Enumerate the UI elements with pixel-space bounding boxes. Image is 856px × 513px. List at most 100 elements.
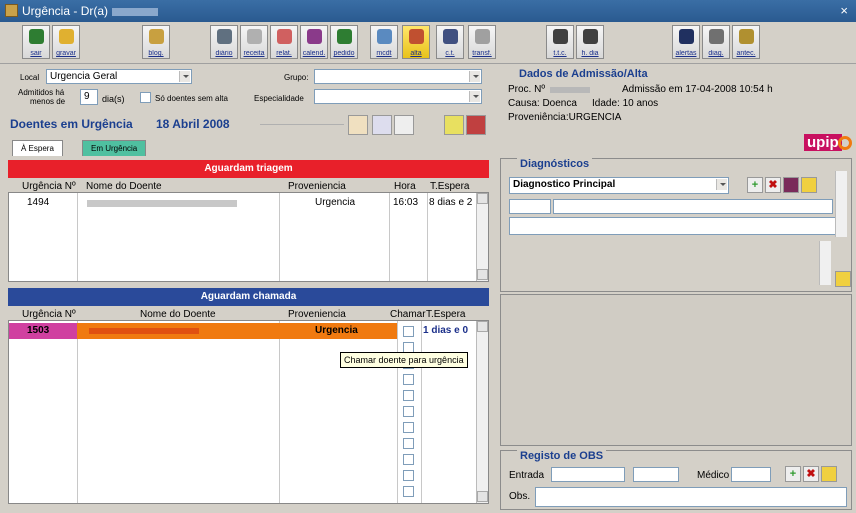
edit-icon[interactable] <box>801 177 817 193</box>
toolbar-button-label: antec. <box>736 50 756 57</box>
admissao-panel: Dados de Admissão/Alta Proc. Nº Admissão… <box>500 66 852 158</box>
add-icon[interactable]: + <box>785 466 801 482</box>
medico-input[interactable] <box>731 467 771 482</box>
local-select[interactable]: Urgencia Geral <box>46 69 192 84</box>
close-icon[interactable]: × <box>840 3 848 18</box>
alert-list-icon[interactable] <box>466 115 486 135</box>
toolbar-icon <box>307 29 322 44</box>
toolbar-button-label: gravar <box>56 50 76 57</box>
toolbar-button[interactable]: antec. <box>732 25 760 59</box>
globe-icon[interactable] <box>372 115 392 135</box>
toolbar-button[interactable]: blog. <box>142 25 170 59</box>
tab-a-espera[interactable]: À Espera <box>12 140 63 156</box>
window-title: Urgência - Dr(a) <box>22 4 109 18</box>
magnifier-icon[interactable] <box>394 115 414 135</box>
toolbar-button[interactable]: pedido <box>330 25 358 59</box>
toolbar-button[interactable]: t.t.c. <box>546 25 574 59</box>
chamar-checkbox[interactable] <box>403 406 414 417</box>
so-doentes-checkbox[interactable] <box>140 92 151 103</box>
col-t-espera: T.Espera <box>426 309 466 320</box>
col-urgencia-no: Urgência Nº <box>22 309 76 320</box>
tab-em-urgencia[interactable]: Em Urgência <box>82 140 147 156</box>
so-doentes-label: Só doentes sem alta <box>155 94 228 103</box>
row-t-espera: 8 dias e 2 <box>429 197 473 208</box>
chamar-checkbox[interactable] <box>403 454 414 465</box>
triagem-table: 1494 Urgencia 16:03 8 dias e 2 <box>8 192 489 282</box>
toolbar-button[interactable]: c.t. <box>436 25 464 59</box>
grupo-select[interactable] <box>314 69 482 84</box>
grupo-label: Grupo: <box>284 73 309 82</box>
upip-logo: upip <box>804 134 842 151</box>
diagnostico-select[interactable]: Diagnostico Principal <box>509 177 729 194</box>
obs-panel: Registo de OBS Entrada Médico + ✖ Obs. <box>500 450 852 510</box>
scroll-down-icon[interactable] <box>477 491 488 502</box>
toolbar-button[interactable]: calend. <box>300 25 328 59</box>
row-hora: 16:03 <box>393 197 419 208</box>
redacted-patient-name <box>87 200 237 207</box>
toolbar-button[interactable]: gravar <box>52 25 80 59</box>
diagnostico-code[interactable] <box>509 199 551 214</box>
dias-label: dia(s) <box>102 94 125 104</box>
scrollbar[interactable] <box>476 193 488 281</box>
toolbar-button-label: mcdt <box>376 50 392 57</box>
chamada-table: 1503 Urgencia 1 dias e 0 <box>8 320 489 504</box>
toolbar-button[interactable]: receita <box>240 25 268 59</box>
causa: Causa: Doenca <box>508 98 577 109</box>
toolbar-button[interactable]: diário <box>210 25 238 59</box>
medico-label: Médico <box>697 470 730 481</box>
especialidade-select[interactable] <box>314 89 482 104</box>
chamar-checkbox[interactable] <box>403 326 414 337</box>
scrollbar[interactable] <box>819 241 831 285</box>
toolbar-button[interactable]: alta <box>402 25 430 59</box>
scrollbar[interactable] <box>835 171 847 237</box>
entrada-time[interactable] <box>633 467 679 482</box>
book-icon[interactable] <box>783 177 799 193</box>
obs-input[interactable] <box>535 487 847 507</box>
scroll-up-icon[interactable] <box>477 193 488 204</box>
local-value: Urgencia Geral <box>50 71 118 82</box>
toolbar-icon <box>553 29 568 44</box>
chamar-checkbox[interactable] <box>403 390 414 401</box>
scrollbar[interactable] <box>476 321 488 503</box>
diagnostico-desc[interactable] <box>553 199 833 214</box>
toolbar-button[interactable]: sair <box>22 25 50 59</box>
toolbar-icon <box>29 29 44 44</box>
book-icon[interactable] <box>348 115 368 135</box>
title-bar: Urgência - Dr(a) × <box>0 0 856 22</box>
edit-icon[interactable] <box>821 466 837 482</box>
toolbar-button-label: t.t.c. <box>553 50 567 57</box>
col-nome: Nome do Doente <box>140 309 216 320</box>
scroll-down-icon[interactable] <box>477 269 488 280</box>
chamar-checkbox[interactable] <box>403 374 414 385</box>
add-icon[interactable]: + <box>747 177 763 193</box>
edit-icon[interactable] <box>835 271 851 287</box>
toolbar-button[interactable]: transf. <box>468 25 496 59</box>
entrada-date[interactable] <box>551 467 625 482</box>
chamar-checkbox[interactable] <box>403 438 414 449</box>
toolbar: sair gravar blog. diário receita relat. calend… <box>0 22 856 64</box>
chevron-down-icon <box>469 91 480 102</box>
scroll-up-icon[interactable] <box>477 321 488 332</box>
toolbar-button[interactable]: diag. <box>702 25 730 59</box>
toolbar-button[interactable]: alertas <box>672 25 700 59</box>
chamar-checkbox[interactable] <box>403 422 414 433</box>
chamar-checkbox[interactable] <box>403 486 414 497</box>
menos-de-label: menos de <box>30 97 66 106</box>
toolbar-button[interactable]: h. dia <box>576 25 604 59</box>
diagnostico-notes[interactable] <box>509 217 847 235</box>
divider <box>260 124 344 125</box>
table-row[interactable]: 1494 Urgencia 16:03 8 dias e 2 <box>9 196 475 210</box>
col-hora: Hora <box>394 181 416 192</box>
notes-area[interactable] <box>500 294 852 446</box>
admitidos-input[interactable]: 9 <box>80 89 98 105</box>
chevron-down-icon <box>716 179 727 190</box>
toolbar-icon <box>583 29 598 44</box>
toolbar-button[interactable]: relat. <box>270 25 298 59</box>
delete-icon[interactable]: ✖ <box>803 466 819 482</box>
col-nome: Nome do Doente <box>86 181 162 192</box>
toolbar-button[interactable]: mcdt <box>370 25 398 59</box>
chamar-checkbox[interactable] <box>403 470 414 481</box>
traffic-light-icon[interactable] <box>444 115 464 135</box>
delete-icon[interactable]: ✖ <box>765 177 781 193</box>
toolbar-icon <box>409 29 424 44</box>
